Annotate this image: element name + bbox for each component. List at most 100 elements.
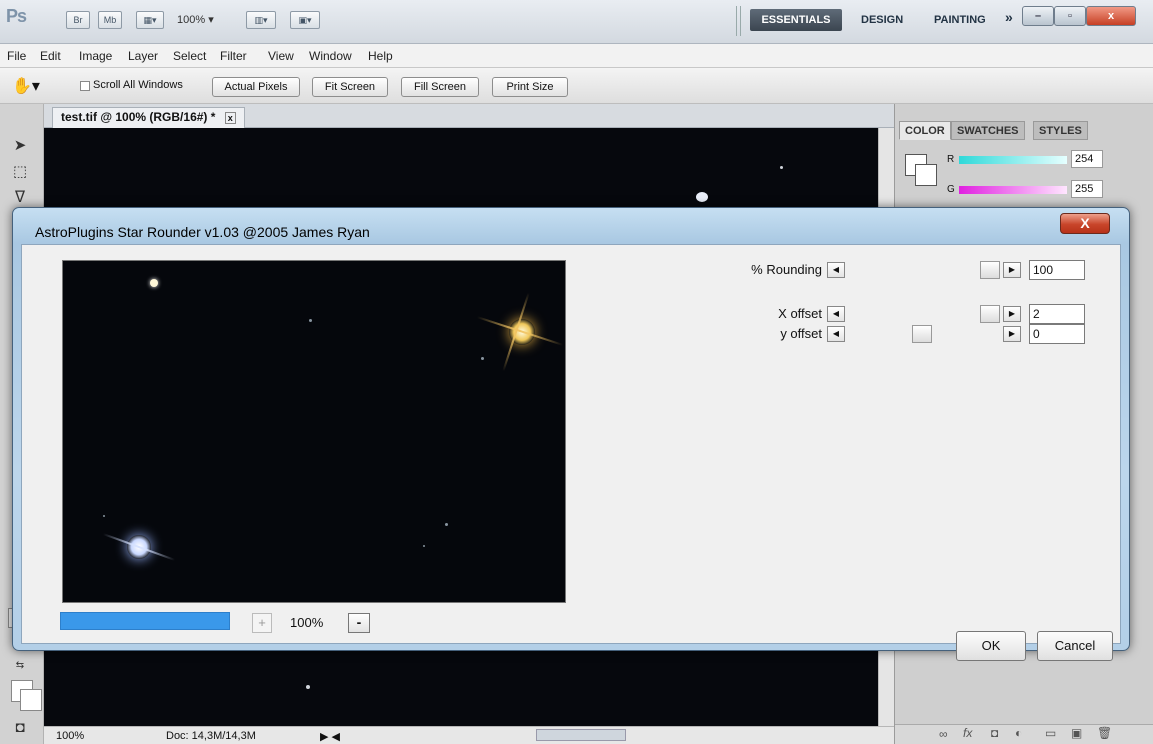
tab-swatches[interactable]: SWATCHES	[951, 121, 1025, 140]
document-tab-bar: test.tif @ 100% (RGB/16#) * x	[44, 104, 894, 128]
rounding-slider-thumb[interactable]	[980, 261, 1000, 279]
background-color-swatch[interactable]	[20, 689, 42, 711]
xoffset-decrease-arrow[interactable]: ◀	[827, 306, 845, 322]
workspace-more-chevron[interactable]: »	[1005, 9, 1013, 25]
yoffset-increase-arrow[interactable]: ▶	[1003, 326, 1021, 342]
canvas-star	[306, 685, 310, 689]
move-tool-icon[interactable]: ➤	[8, 136, 32, 156]
new-layer-icon[interactable]: ▣	[1071, 726, 1082, 740]
yoffset-value-field[interactable]: 0	[1029, 324, 1085, 344]
ok-button[interactable]: OK	[956, 631, 1026, 661]
workspace-painting[interactable]: PAINTING	[934, 9, 986, 31]
preview-star	[423, 545, 425, 547]
red-channel-value[interactable]: 254	[1071, 150, 1103, 168]
scroll-all-windows-checkbox[interactable]	[80, 81, 90, 91]
rounding-decrease-arrow[interactable]: ◀	[827, 262, 845, 278]
lasso-tool-icon[interactable]: ᐁ	[8, 188, 32, 208]
dialog-body: + 100% - % Rounding ◀ ▶ 100 X offset ◀ ▶…	[21, 244, 1121, 661]
star-rounder-dialog: AstroPlugins Star Rounder v1.03 @2005 Ja…	[12, 207, 1130, 661]
panel-background-well[interactable]	[915, 164, 937, 186]
menu-help[interactable]: Help	[368, 49, 393, 63]
progress-bar	[60, 612, 230, 630]
red-channel-slider[interactable]	[959, 156, 1067, 164]
minimize-button[interactable]: –	[1022, 6, 1054, 26]
zoom-in-button[interactable]: +	[252, 613, 272, 633]
rounding-label: % Rounding	[751, 262, 822, 277]
zoom-out-button[interactable]: -	[348, 613, 370, 633]
panel-bottom-toolbar: ∞ fx ◘ ◐ ▭ ▣ 🗑	[895, 724, 1153, 744]
add-mask-icon[interactable]: ◘	[991, 726, 998, 740]
hand-tool-preset-icon[interactable]: ✋▾	[12, 76, 40, 96]
green-channel-slider[interactable]	[959, 186, 1067, 194]
swap-colors-icon[interactable]: ⇆	[8, 656, 32, 676]
new-group-icon[interactable]: ▭	[1045, 726, 1056, 740]
status-bar: 100% Doc: 14,3M/14,3M ▶ ◀	[44, 726, 894, 744]
canvas-horizontal-scrollbar[interactable]	[536, 729, 626, 741]
document-tab-title: test.tif @ 100% (RGB/16#) *	[61, 110, 216, 124]
marquee-tool-icon[interactable]: ⬚	[8, 162, 32, 182]
green-channel-label: G	[947, 184, 955, 195]
quick-mask-icon[interactable]: ◘	[8, 718, 32, 738]
extras-view-icon[interactable]: ▦▾	[136, 11, 164, 29]
window-controls: – ▫ x	[1022, 6, 1146, 28]
preview-zoom-value: 100%	[290, 615, 324, 630]
preview-star	[150, 279, 158, 287]
tab-color[interactable]: COLOR	[899, 121, 951, 140]
red-channel-label: R	[947, 154, 955, 165]
xoffset-slider-thumb[interactable]	[980, 305, 1000, 323]
menu-file[interactable]: File	[7, 49, 26, 63]
menu-select[interactable]: Select	[173, 49, 206, 63]
photoshop-logo: Ps	[6, 6, 27, 26]
yoffset-slider-thumb[interactable]	[912, 325, 932, 343]
menu-window[interactable]: Window	[309, 49, 352, 63]
arrange-documents-icon[interactable]: ▥▾	[246, 11, 276, 29]
rounding-value-field[interactable]: 100	[1029, 260, 1085, 280]
rounding-increase-arrow[interactable]: ▶	[1003, 262, 1021, 278]
fit-screen-button[interactable]: Fit Screen	[312, 77, 388, 97]
yoffset-label: y offset	[780, 326, 822, 341]
menu-bar: File Edit Image Layer Select Filter View…	[0, 44, 1153, 68]
mini-bridge-button[interactable]: Mb	[98, 11, 122, 29]
menu-image[interactable]: Image	[79, 49, 112, 63]
zoom-level-select[interactable]: 100% ▾	[177, 13, 214, 26]
star-preview[interactable]	[62, 260, 566, 603]
tab-styles[interactable]: STYLES	[1033, 121, 1088, 140]
xoffset-increase-arrow[interactable]: ▶	[1003, 306, 1021, 322]
canvas-star	[780, 166, 783, 169]
layer-style-icon[interactable]: fx	[963, 726, 972, 740]
canvas-star	[696, 192, 708, 202]
close-window-button[interactable]: x	[1086, 6, 1136, 26]
print-size-button[interactable]: Print Size	[492, 77, 568, 97]
workspace-design[interactable]: DESIGN	[861, 9, 903, 31]
menu-layer[interactable]: Layer	[128, 49, 158, 63]
xoffset-label: X offset	[778, 306, 822, 321]
workspace-separator	[736, 6, 741, 36]
cancel-button[interactable]: Cancel	[1037, 631, 1113, 661]
document-tab[interactable]: test.tif @ 100% (RGB/16#) * x	[52, 107, 245, 128]
yoffset-decrease-arrow[interactable]: ◀	[827, 326, 845, 342]
bridge-button[interactable]: Br	[66, 11, 90, 29]
options-bar: ✋▾ Scroll All Windows Actual Pixels Fit …	[0, 68, 1153, 104]
xoffset-value-field[interactable]: 2	[1029, 304, 1085, 324]
scroll-all-windows-label: Scroll All Windows	[93, 79, 183, 91]
screen-mode-icon[interactable]: ▣▾	[290, 11, 320, 29]
menu-filter[interactable]: Filter	[220, 49, 247, 63]
status-menu-arrow-icon[interactable]: ▶ ◀	[320, 730, 340, 743]
status-doc-size: Doc: 14,3M/14,3M	[166, 730, 256, 742]
menu-view[interactable]: View	[268, 49, 294, 63]
preview-star	[445, 523, 448, 526]
status-zoom[interactable]: 100%	[56, 730, 84, 742]
application-bar: Ps Br Mb ▦▾ 100% ▾ ▥▾ ▣▾ ESSENTIALS DESI…	[0, 0, 1153, 44]
fill-screen-button[interactable]: Fill Screen	[401, 77, 479, 97]
actual-pixels-button[interactable]: Actual Pixels	[212, 77, 300, 97]
dialog-close-button[interactable]: X	[1060, 213, 1110, 234]
delete-layer-icon[interactable]: 🗑	[1097, 726, 1112, 740]
green-channel-value[interactable]: 255	[1071, 180, 1103, 198]
maximize-button[interactable]: ▫	[1054, 6, 1086, 26]
dialog-title: AstroPlugins Star Rounder v1.03 @2005 Ja…	[35, 224, 370, 240]
link-layers-icon[interactable]: ∞	[939, 727, 948, 741]
adjustment-layer-icon[interactable]: ◐	[1015, 726, 1022, 740]
close-tab-icon[interactable]: x	[224, 112, 236, 124]
workspace-essentials[interactable]: ESSENTIALS	[750, 9, 842, 31]
menu-edit[interactable]: Edit	[40, 49, 61, 63]
